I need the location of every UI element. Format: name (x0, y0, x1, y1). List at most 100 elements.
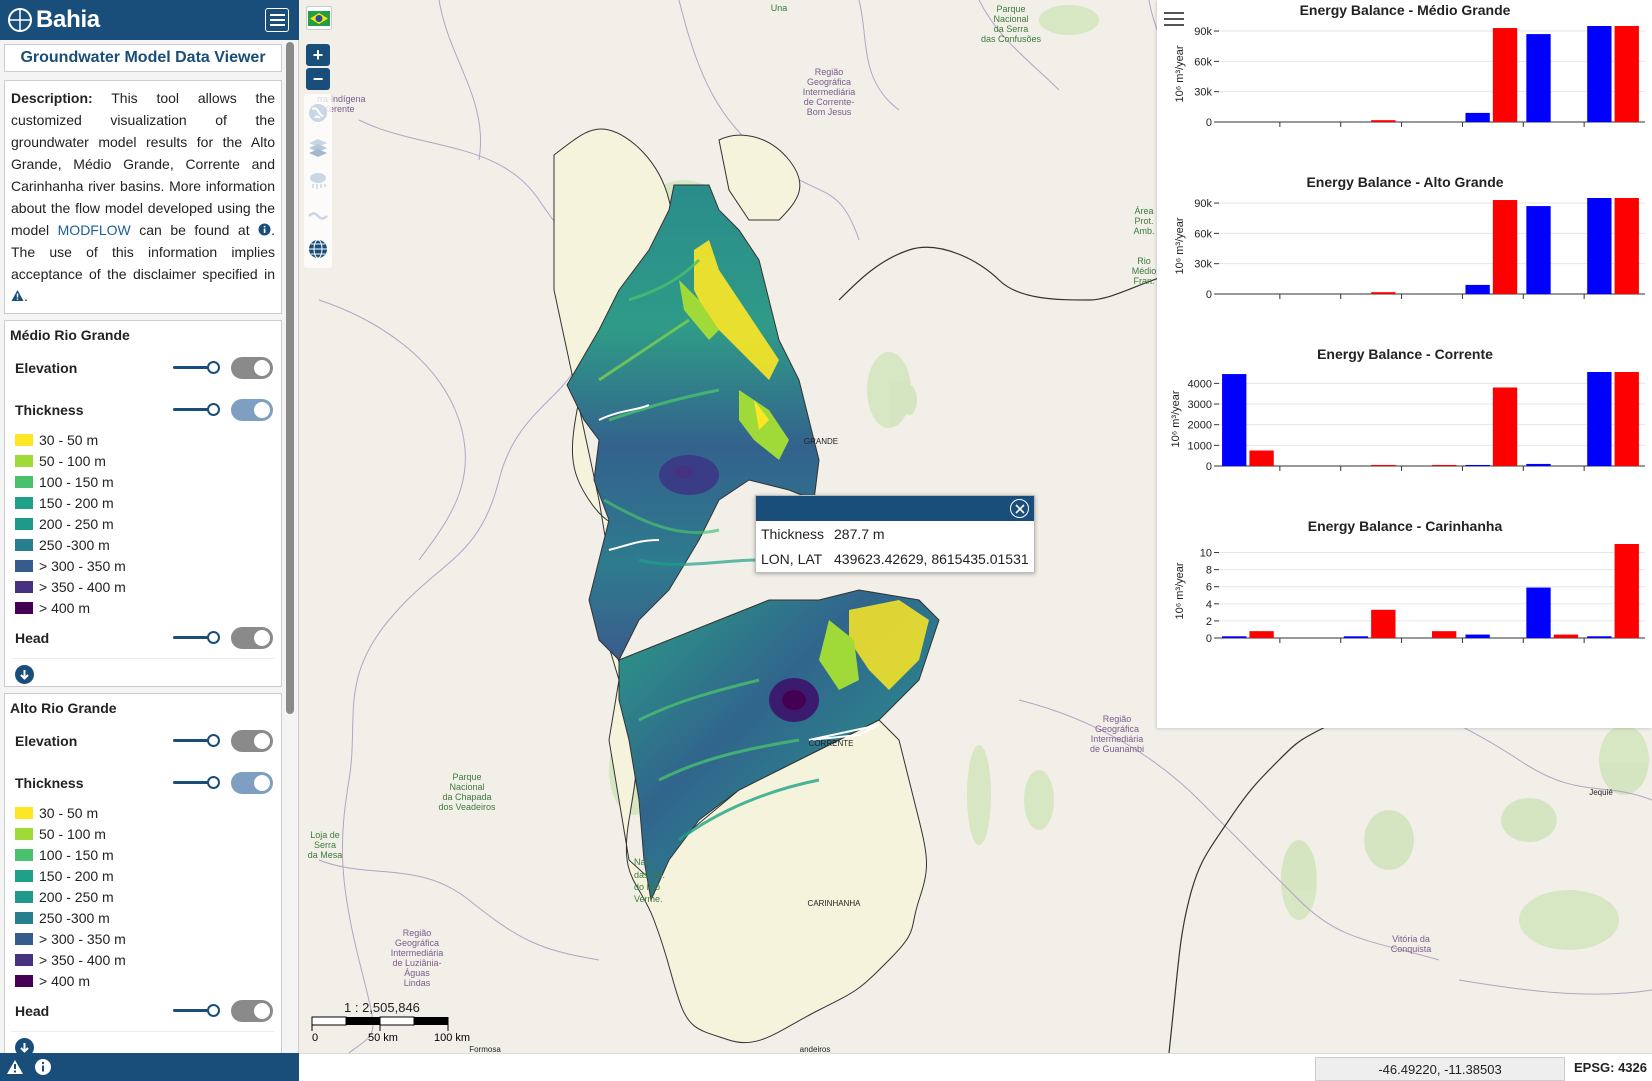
legend-item: 30 - 50 m (15, 802, 281, 823)
sidebar: Bahia Groundwater Model Data Viewer Desc… (0, 0, 299, 1081)
bar (1371, 292, 1396, 294)
svg-text:Área: Área (1134, 206, 1153, 216)
layer-toggle[interactable] (231, 730, 273, 752)
warning-icon[interactable] (11, 289, 24, 302)
layers-tool[interactable] (304, 130, 332, 164)
y-axis-label: 10⁶ m³/year (1170, 390, 1182, 447)
popup-row-lonlat: LON, LAT 439623.42629, 8615435.01531 (756, 546, 1034, 571)
sidebar-menu-button[interactable] (265, 8, 289, 32)
bar (1492, 387, 1518, 466)
svg-text:dos Veadeiros: dos Veadeiros (438, 802, 496, 812)
thickness-legend: 30 - 50 m 50 - 100 m 100 - 150 m 150 - 2… (5, 802, 281, 991)
sidebar-content[interactable]: Groundwater Model Data Viewer Descriptio… (0, 40, 299, 1053)
bar (1222, 636, 1247, 638)
legend-item: > 300 - 350 m (15, 928, 281, 949)
zoom-out-button[interactable]: − (306, 68, 330, 90)
zoom-in-button[interactable]: + (306, 44, 330, 66)
y-tick-label: 0 (1206, 633, 1212, 645)
layer-toggle[interactable] (231, 399, 273, 421)
layer-row-thickness: Thickness (5, 762, 281, 804)
opacity-slider[interactable] (173, 734, 221, 748)
map-tool-group (304, 94, 332, 268)
y-tick-label: 30k (1194, 259, 1212, 271)
bar (1371, 120, 1396, 122)
brand-name: Bahia (36, 6, 100, 33)
layer-toggle[interactable] (231, 627, 273, 649)
warning-icon[interactable] (6, 1059, 24, 1075)
svg-text:CORRENTE: CORRENTE (809, 739, 854, 748)
language-flag-button[interactable] (306, 6, 332, 30)
svg-text:de Luziânia-: de Luziânia- (392, 958, 441, 968)
opacity-slider[interactable] (173, 631, 221, 645)
info-icon[interactable] (258, 223, 271, 236)
svg-text:Geográfica: Geográfica (395, 938, 439, 948)
chart-title: Energy Balance - Médio Grande (1300, 2, 1511, 18)
svg-text:Jequié: Jequié (1589, 788, 1613, 797)
scale-tick: 100 km (434, 1032, 470, 1044)
bar (1614, 372, 1639, 466)
world-grid-icon (309, 239, 327, 259)
basemap-tool[interactable] (304, 232, 332, 266)
thickness-legend: 30 - 50 m 50 - 100 m 100 - 150 m 150 - 2… (5, 429, 281, 618)
legend-item: 50 - 100 m (15, 450, 281, 471)
opacity-slider[interactable] (173, 403, 221, 417)
energy-balance-charts: Energy Balance - Médio Grande 10⁶ m³/year… (1170, 2, 1645, 645)
layer-label: Thickness (15, 775, 84, 791)
svg-text:Intermediária: Intermediária (1091, 734, 1144, 744)
modflow-link[interactable]: MODFLOW (58, 222, 131, 238)
map-controls: + − (304, 6, 332, 268)
info-icon[interactable] (34, 1058, 52, 1076)
svg-text:Águas: Águas (404, 968, 430, 978)
rain-cloud-icon (310, 173, 326, 189)
svg-text:Médio: Médio (1132, 266, 1157, 276)
rain-tool[interactable] (304, 164, 332, 198)
y-tick-label: 60k (1194, 56, 1212, 68)
expand-button[interactable] (15, 1038, 34, 1053)
popup-value: 439623.42629, 8615435.01531 (834, 550, 1029, 567)
panel-title: Alto Rio Grande (10, 700, 117, 716)
popup-close-button[interactable] (1010, 499, 1029, 518)
svg-text:Verme.: Verme. (634, 894, 663, 904)
globe-tool[interactable] (304, 96, 332, 130)
scale-tick: 50 km (368, 1032, 398, 1044)
expand-button[interactable] (15, 665, 34, 684)
bar (1465, 464, 1490, 466)
opacity-slider[interactable] (173, 1004, 221, 1018)
bar (1526, 587, 1551, 638)
projection-label: EPSG: 4326 (1574, 1060, 1647, 1075)
legend-item: 250 -300 m (15, 534, 281, 555)
y-tick-label: 6 (1206, 582, 1212, 594)
globe-icon (309, 104, 327, 122)
legend-item: > 350 - 400 m (15, 576, 281, 597)
svg-text:Fran.: Fran. (1133, 276, 1154, 286)
chart-title: Energy Balance - Corrente (1317, 346, 1493, 362)
mouse-coordinates: -46.49220, -11.38503 (1315, 1057, 1565, 1081)
description-label: Description: (11, 90, 93, 106)
svg-text:Nacional: Nacional (993, 14, 1028, 24)
svg-text:da Chapada: da Chapada (442, 792, 491, 802)
layer-label: Head (15, 1003, 50, 1019)
river-tool[interactable] (304, 198, 332, 232)
sidebar-scrollbar[interactable] (286, 42, 294, 714)
panel-footer (11, 1031, 275, 1053)
bar (1465, 634, 1490, 638)
y-tick-label: 10 (1200, 548, 1212, 560)
legend-item: 100 - 150 m (15, 844, 281, 865)
layer-toggle[interactable] (231, 772, 273, 794)
svg-text:de Guanambi: de Guanambi (1090, 744, 1144, 754)
svg-text:Nac.: Nac. (634, 857, 653, 867)
layer-toggle[interactable] (231, 357, 273, 379)
compass-logo-icon (8, 8, 32, 32)
popup-value: 287.7 m (834, 525, 885, 542)
opacity-slider[interactable] (173, 776, 221, 790)
layer-toggle[interactable] (231, 1000, 273, 1022)
legend-item: 50 - 100 m (15, 823, 281, 844)
y-tick-label: 3000 (1188, 399, 1212, 411)
legend-item: 250 -300 m (15, 907, 281, 928)
y-tick-label: 4 (1206, 599, 1212, 611)
bar (1526, 206, 1551, 294)
bar (1553, 634, 1579, 638)
feature-info-popup: Thickness 287.7 m LON, LAT 439623.42629,… (755, 495, 1035, 573)
description-text: This tool allows the customized visualiz… (11, 90, 275, 238)
opacity-slider[interactable] (173, 361, 221, 375)
